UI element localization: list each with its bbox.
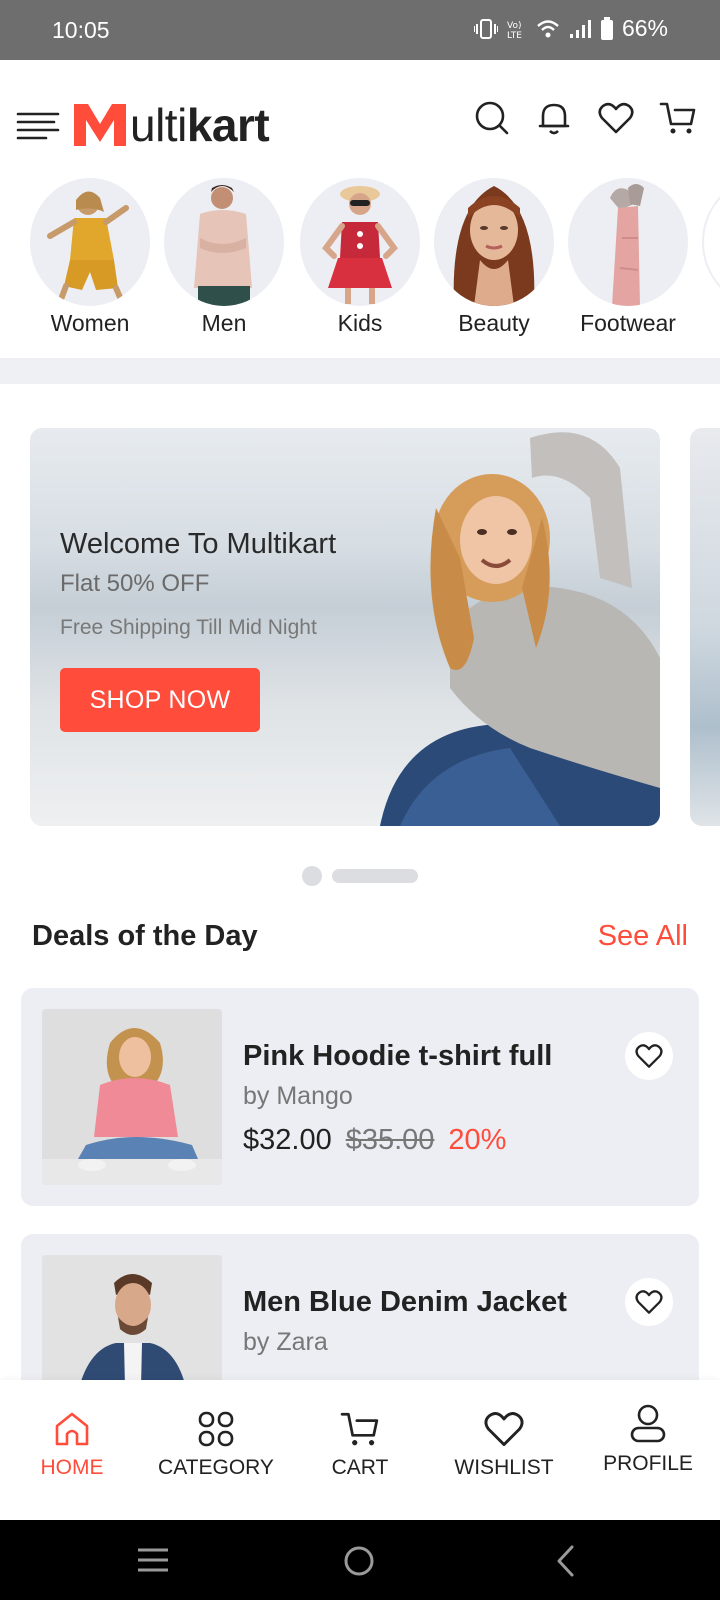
carousel-dot[interactable]	[302, 866, 322, 886]
deal-card[interactable]: Pink Hoodie t-shirt full by Mango $32.00…	[21, 988, 699, 1206]
shop-now-button[interactable]: SHOP NOW	[60, 668, 260, 732]
category-label: Kids	[337, 310, 383, 336]
category-image	[30, 178, 150, 306]
category-image	[300, 178, 420, 306]
nav-label: HOME	[40, 1456, 104, 1479]
wifi-icon	[537, 19, 559, 37]
see-all-link[interactable]: See All	[598, 920, 688, 953]
app-header: ultikart	[0, 60, 720, 172]
nav-label: PROFILE	[603, 1452, 693, 1475]
category-footwear[interactable]: Footwear	[568, 178, 688, 337]
svg-text:Vo): Vo)	[507, 21, 521, 31]
nav-label: CATEGORY	[158, 1456, 274, 1479]
hero-banner[interactable]: Welcome To Multikart Flat 50% OFF Free S…	[30, 428, 660, 826]
next-banner-peek[interactable]	[690, 428, 720, 826]
product-prices: $32.00 $35.00 20%	[243, 1124, 506, 1157]
nav-label: WISHLIST	[454, 1456, 554, 1479]
carousel-dot-active[interactable]	[332, 869, 418, 883]
section-divider	[0, 358, 720, 384]
wishlist-button[interactable]	[625, 1278, 673, 1326]
vibrate-icon	[473, 18, 498, 39]
category-kids[interactable]: Kids	[300, 178, 420, 337]
heart-icon	[635, 1044, 663, 1068]
heart-icon	[484, 1412, 524, 1446]
status-time: 10:05	[52, 17, 110, 43]
bottom-navigation: HOME CATEGORY CART WISHLIST PROFILE	[0, 1380, 720, 1520]
product-discount: 20%	[448, 1124, 507, 1156]
nav-profile[interactable]: PROFILE	[578, 1404, 718, 1476]
home-icon	[55, 1412, 89, 1446]
nav-home[interactable]: HOME	[2, 1410, 142, 1480]
nav-label: CART	[331, 1456, 389, 1479]
back-icon[interactable]	[554, 1544, 578, 1578]
product-name[interactable]: Pink Hoodie t-shirt full	[243, 1040, 552, 1073]
heart-icon[interactable]	[596, 98, 636, 138]
menu-icon[interactable]	[16, 110, 60, 144]
carousel-indicator	[302, 866, 418, 886]
product-name[interactable]: Men Blue Denim Jacket	[243, 1286, 567, 1319]
category-women[interactable]: Women	[30, 178, 150, 337]
banner-model-image	[380, 432, 660, 826]
search-icon[interactable]	[472, 98, 512, 138]
category-image	[702, 178, 720, 306]
volte-icon: Vo)LTE	[507, 21, 522, 40]
svg-text:LTE: LTE	[507, 31, 522, 40]
category-image	[164, 178, 284, 306]
category-image	[568, 178, 688, 306]
cart-icon[interactable]	[658, 98, 698, 138]
recent-apps-icon[interactable]	[136, 1544, 170, 1576]
system-navigation-bar	[0, 1520, 720, 1600]
signal-icon	[569, 19, 591, 38]
cart-icon	[340, 1412, 379, 1446]
category-men[interactable]: Men	[164, 178, 284, 337]
category-grid-icon	[198, 1411, 234, 1447]
battery-level: 66%	[621, 15, 668, 41]
deals-title: Deals of the Day	[32, 920, 258, 952]
nav-cart[interactable]: CART	[290, 1410, 430, 1480]
category-beauty[interactable]: Beauty	[434, 178, 554, 337]
category-label: Men	[201, 310, 247, 336]
banner-tagline: Free Shipping Till Mid Night	[60, 616, 317, 639]
bell-icon[interactable]	[534, 98, 574, 138]
heart-icon	[635, 1290, 663, 1314]
battery-icon	[600, 16, 613, 40]
logo-mark	[74, 104, 126, 146]
nav-category[interactable]: CATEGORY	[146, 1410, 286, 1480]
product-brand: by Zara	[243, 1328, 328, 1356]
profile-icon	[630, 1404, 666, 1443]
product-brand: by Mango	[243, 1082, 353, 1110]
header-actions	[472, 98, 698, 138]
category-label: Beauty	[458, 310, 530, 336]
status-icons: Vo) LTE 66%	[473, 15, 668, 42]
home-button-icon[interactable]	[342, 1544, 376, 1578]
banner-title: Welcome To Multikart	[60, 528, 337, 560]
product-price: $32.00	[243, 1124, 332, 1156]
category-strip: Women Men Kids Beauty Footwear	[0, 172, 720, 358]
category-image	[434, 178, 554, 306]
category-label: Women	[50, 310, 130, 336]
banner-subtitle: Flat 50% OFF	[60, 570, 210, 597]
category-more[interactable]	[702, 178, 720, 306]
nav-wishlist[interactable]: WISHLIST	[434, 1410, 574, 1480]
wishlist-button[interactable]	[625, 1032, 673, 1080]
app-logo: ultikart	[74, 96, 270, 151]
logo-text: ultikart	[130, 99, 270, 151]
product-mrp: $35.00	[345, 1124, 435, 1156]
category-label: Footwear	[580, 310, 676, 336]
status-bar: 10:05 Vo) LTE 66%	[0, 0, 720, 60]
product-image	[42, 1009, 222, 1185]
